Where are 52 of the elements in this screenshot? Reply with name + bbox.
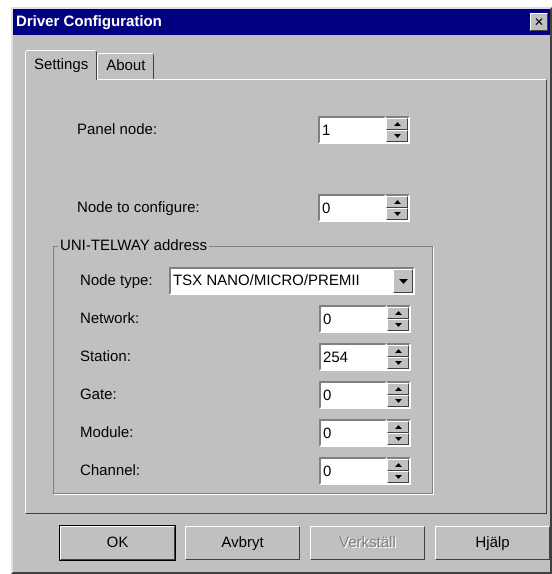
- increment-button[interactable]: [387, 421, 409, 433]
- decrement-button[interactable]: [387, 357, 409, 369]
- field-label: Station:: [80, 346, 132, 367]
- increment-button[interactable]: [387, 383, 409, 395]
- down-arrow-icon: [394, 399, 402, 403]
- decrement-button[interactable]: [386, 208, 408, 220]
- tab[interactable]: Settings: [25, 50, 98, 80]
- increment-button[interactable]: [386, 196, 408, 208]
- up-arrow-icon: [394, 387, 402, 391]
- increment-button[interactable]: [386, 118, 408, 130]
- number-field[interactable]: 0: [319, 419, 387, 447]
- dialog-button[interactable]: OK: [60, 526, 175, 560]
- down-arrow-icon: [394, 323, 402, 327]
- decrement-button[interactable]: [387, 471, 409, 483]
- number-field[interactable]: 0: [319, 457, 387, 485]
- field-label: Channel:: [80, 460, 142, 481]
- up-arrow-icon: [394, 122, 400, 126]
- field-label: Gate:: [80, 384, 118, 405]
- field-label: Node type:: [80, 270, 154, 291]
- down-arrow-icon: [394, 134, 400, 138]
- close-button[interactable]: ✕: [530, 13, 548, 31]
- tab[interactable]: About: [97, 53, 154, 79]
- down-arrow-icon: [394, 212, 400, 216]
- dropdown[interactable]: TSX NANO/MICRO/PREMII: [169, 267, 415, 295]
- increment-button[interactable]: [387, 345, 409, 357]
- dropdown-arrow-icon: [398, 278, 408, 284]
- window-title: Driver Configuration: [16, 12, 162, 32]
- number-field[interactable]: 254: [319, 343, 387, 371]
- down-arrow-icon: [394, 361, 402, 365]
- decrement-button[interactable]: [386, 130, 408, 142]
- number-field[interactable]: 0: [319, 305, 387, 333]
- dialog-button[interactable]: Avbryt: [185, 526, 300, 560]
- field-label: Network:: [80, 308, 140, 329]
- down-arrow-icon: [394, 475, 402, 479]
- number-field[interactable]: 1: [318, 116, 386, 144]
- up-arrow-icon: [394, 425, 402, 429]
- down-arrow-icon: [394, 437, 402, 441]
- field-label: Module:: [80, 422, 134, 443]
- decrement-button[interactable]: [387, 433, 409, 445]
- increment-button[interactable]: [387, 307, 409, 319]
- up-arrow-icon: [394, 311, 402, 315]
- field-label: Node to configure:: [77, 198, 201, 218]
- number-field[interactable]: 0: [318, 194, 386, 222]
- number-field[interactable]: 0: [319, 381, 387, 409]
- up-arrow-icon: [394, 349, 402, 353]
- increment-button[interactable]: [387, 459, 409, 471]
- decrement-button[interactable]: [387, 319, 409, 331]
- up-arrow-icon: [394, 200, 400, 204]
- field-label: Panel node:: [77, 120, 158, 140]
- dialog-button[interactable]: Hjälp: [435, 526, 550, 560]
- up-arrow-icon: [394, 463, 402, 467]
- decrement-button[interactable]: [387, 395, 409, 407]
